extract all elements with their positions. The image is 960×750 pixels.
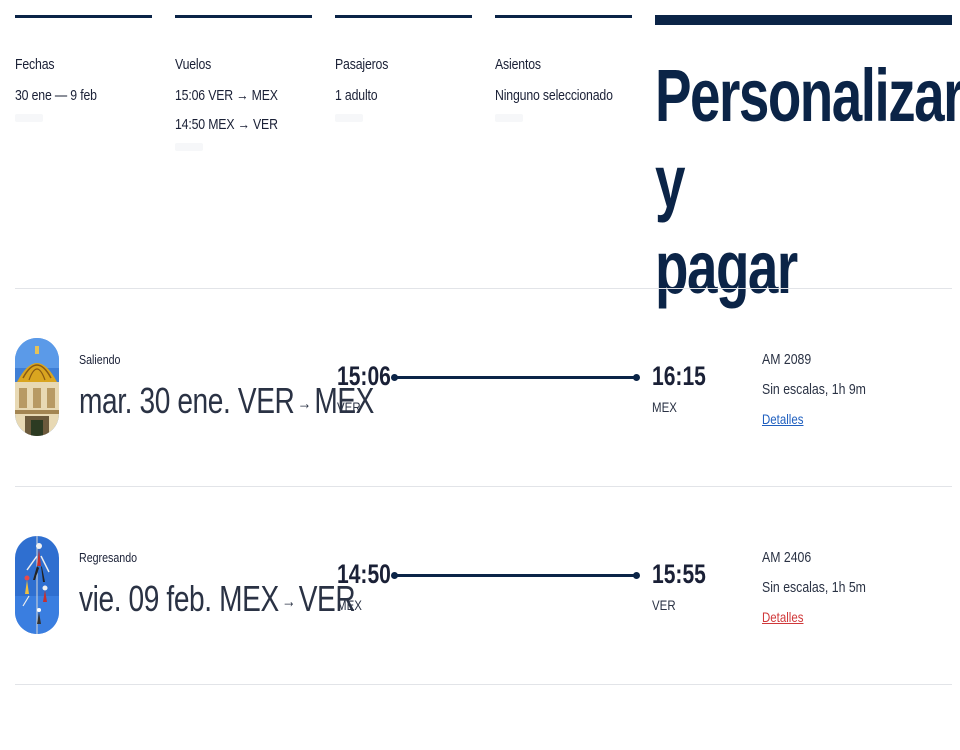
- depart-time: 14:50: [337, 559, 391, 589]
- details-link[interactable]: Detalles: [762, 411, 803, 427]
- arrive-time: 16:15: [652, 361, 706, 391]
- arrive-airport: MEX: [652, 399, 677, 415]
- arrive-time: 15:55: [652, 559, 706, 589]
- step-summary: 1 adulto: [335, 87, 378, 104]
- step-fechas[interactable]: Fechas 30 ene — 9 feb: [15, 15, 152, 122]
- booking-steps: Fechas 30 ene — 9 feb Vuelos 15:06 VER →…: [15, 15, 960, 309]
- step-edit-placeholder: [495, 114, 523, 122]
- flight-outbound: Saliendo mar. 30 ene. VER →MEX 15:06 VER …: [15, 289, 952, 487]
- step-summary: 30 ene — 9 feb: [15, 87, 97, 104]
- flight-number: AM 2089: [762, 351, 812, 368]
- step-edit-placeholder: [175, 143, 203, 151]
- flight-stops-duration: Sin escalas, 1h 5m: [762, 579, 866, 596]
- page-title-line-1: Personalizar y: [655, 54, 960, 223]
- step-progress-bar: [15, 15, 152, 18]
- step-title: Asientos: [495, 56, 541, 73]
- direction-label: Regresando: [79, 550, 138, 565]
- step-vuelos[interactable]: Vuelos 15:06 VER → MEX 14:50 MEX → VER: [175, 15, 312, 151]
- flight-date-route: mar. 30 ene. VER →MEX: [79, 380, 374, 422]
- destination-photo: [15, 536, 59, 634]
- step-pasajeros[interactable]: Pasajeros 1 adulto: [335, 15, 472, 122]
- step-progress-bar: [175, 15, 312, 18]
- flight-date-route: vie. 09 feb. MEX →VER: [79, 578, 356, 620]
- direction-label: Saliendo: [79, 352, 121, 367]
- step-summary-return: 14:50 MEX → VER: [175, 116, 278, 133]
- voladores-photo-icon: [15, 536, 59, 634]
- step-summary: Ninguno seleccionado: [495, 87, 613, 104]
- step-progress-bar: [335, 15, 472, 18]
- route-origin: VER: [237, 380, 295, 421]
- destination-photo: [15, 338, 59, 436]
- details-link[interactable]: Detalles: [762, 609, 803, 625]
- step-progress-bar: [495, 15, 632, 18]
- flight-path-line: [391, 374, 640, 381]
- arrive-airport: VER: [652, 597, 676, 613]
- step-edit-placeholder: [15, 114, 43, 122]
- dome-photo-icon: [15, 338, 59, 436]
- flight-date: mar. 30 ene.: [79, 380, 231, 421]
- flight-path-line: [391, 572, 640, 579]
- flight-stops-duration: Sin escalas, 1h 9m: [762, 381, 866, 398]
- step-edit-placeholder: [335, 114, 363, 122]
- step-title: Fechas: [15, 56, 55, 73]
- route-arrow-icon: →: [281, 590, 296, 611]
- step-progress-bar-active: [655, 15, 952, 25]
- depart-airport: VER: [337, 399, 361, 415]
- flight-number: AM 2406: [762, 549, 812, 566]
- page-title: Personalizar y pagar: [655, 53, 960, 311]
- flight-date: vie. 09 feb.: [79, 578, 212, 619]
- step-personalizar-pagar: Personalizar y pagar: [655, 15, 960, 311]
- step-title: Vuelos: [175, 56, 212, 73]
- step-asientos[interactable]: Asientos Ninguno seleccionado: [495, 15, 632, 122]
- step-title: Pasajeros: [335, 56, 389, 73]
- route-origin: MEX: [219, 578, 279, 619]
- route-arrow-icon: →: [297, 392, 312, 413]
- divider: [15, 684, 952, 685]
- flight-return: Regresando vie. 09 feb. MEX →VER 14:50 ME…: [15, 487, 952, 685]
- step-summary-outbound: 15:06 VER → MEX: [175, 87, 278, 104]
- depart-airport: MEX: [337, 597, 362, 613]
- depart-time: 15:06: [337, 361, 391, 391]
